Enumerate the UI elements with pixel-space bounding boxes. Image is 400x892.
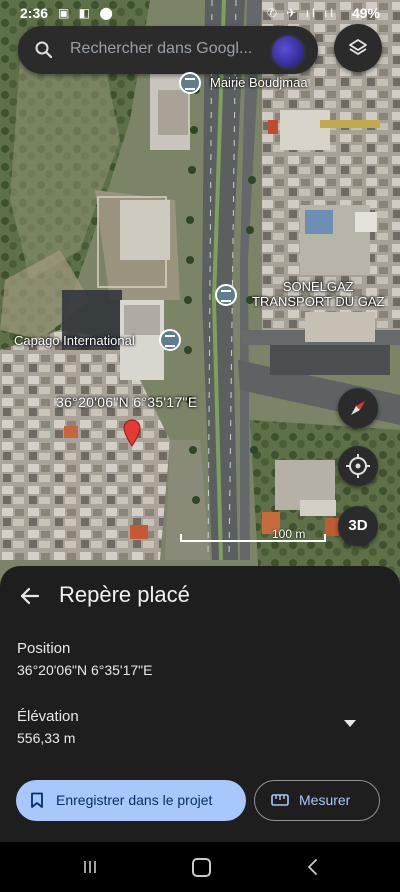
scale-bar: 100 m — [180, 527, 326, 544]
layers-icon — [349, 39, 367, 55]
notification-icons: ▣ ◧ ⬤ — [58, 6, 116, 20]
save-to-project-button[interactable]: Enregistrer dans le projet — [16, 780, 246, 821]
poi-label-capago[interactable]: Capago International — [14, 333, 135, 348]
status-bar: 2:36 ▣ ◧ ⬤ ✆ ✈ ıl ıl 49% — [0, 0, 400, 28]
measure-button[interactable]: Mesurer — [254, 780, 380, 821]
clock: 2:36 — [20, 5, 49, 21]
avatar[interactable] — [270, 34, 306, 70]
ruler-icon — [271, 794, 289, 806]
poi-label-sonelgaz[interactable]: SONELGAZ TRANSPORT DU GAZ — [252, 279, 384, 309]
layers-button[interactable] — [334, 24, 382, 72]
compass-icon — [351, 401, 365, 415]
government-building-icon[interactable] — [159, 329, 181, 351]
chevron-down-icon[interactable] — [340, 716, 360, 730]
scale-tick-left — [180, 534, 182, 542]
scale-label: 100 m — [272, 527, 306, 541]
government-building-icon[interactable] — [215, 284, 237, 306]
satellite-map[interactable]: 2:36 ▣ ◧ ⬤ ✆ ✈ ıl ıl 49% Rechercher dans… — [0, 0, 400, 600]
home-icon[interactable] — [192, 858, 211, 877]
crosshair-icon — [346, 454, 370, 478]
back-icon[interactable] — [306, 858, 320, 876]
compass-button[interactable] — [338, 388, 378, 428]
my-location-button[interactable] — [338, 446, 378, 486]
panel-title: Repère placé — [59, 582, 190, 607]
measure-button-label: Mesurer — [299, 792, 351, 808]
elevation-value: 556,33 m — [17, 730, 76, 746]
save-button-label: Enregistrer dans le projet — [56, 792, 213, 808]
three-d-toggle[interactable]: 3D — [338, 506, 378, 546]
system-navigation-bar — [0, 842, 400, 892]
bookmark-icon — [31, 792, 43, 808]
search-placeholder[interactable]: Rechercher dans Googl... — [70, 40, 266, 58]
poi-label-mairie[interactable]: Mairie Boudjmaa — [210, 75, 308, 90]
pin-coordinates-label: 36°20'06"N 6°35'17"E — [56, 394, 198, 410]
signal-icons: ✆ ✈ ıl ıl — [266, 6, 336, 20]
position-label: Position — [17, 640, 71, 657]
scale-tick-right — [324, 534, 326, 542]
search-icon — [35, 41, 53, 59]
recent-apps-icon[interactable] — [82, 859, 98, 875]
search-bar[interactable]: Rechercher dans Googl... — [18, 26, 318, 74]
location-pin-icon[interactable] — [123, 419, 141, 447]
back-arrow-icon[interactable] — [16, 582, 44, 610]
elevation-label: Élévation — [17, 708, 79, 725]
placemark-panel: Repère placé Position 36°20'06"N 6°35'17… — [0, 566, 400, 842]
position-value: 36°20'06"N 6°35'17"E — [17, 662, 153, 678]
battery-level: 49% — [351, 5, 380, 21]
government-building-icon[interactable] — [179, 72, 201, 94]
